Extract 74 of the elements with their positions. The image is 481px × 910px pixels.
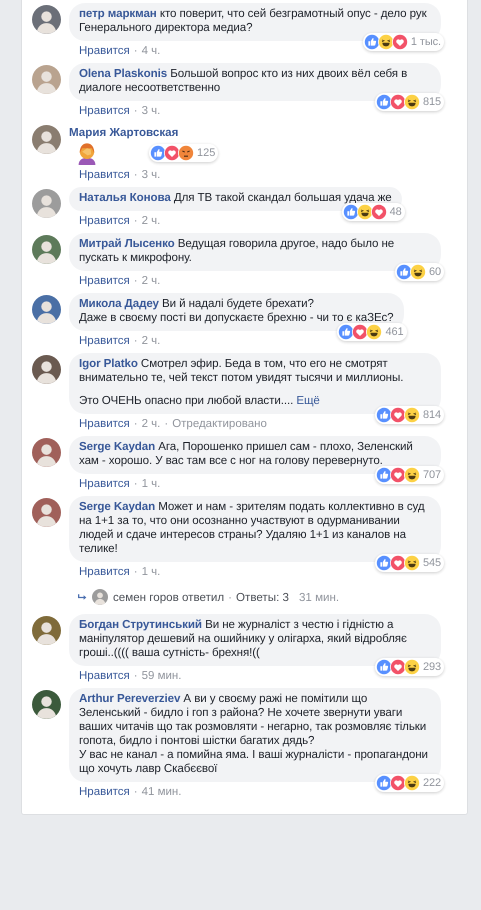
author-name[interactable]: Serge Kaydan (79, 440, 156, 453)
reaction-count: 815 (422, 95, 441, 109)
avatar-icon (32, 235, 61, 264)
like-link[interactable]: Нравится (79, 105, 130, 117)
separator-dot: · (134, 335, 138, 347)
comment-text: Serge Kaydan Ага, Порошенко пришел сам - плохо, Зеленский хам - хорошо. У вас там все с ног на голову перевернуто. (79, 440, 414, 468)
reaction-count: 125 (197, 147, 216, 159)
separator-dot: · (134, 45, 138, 57)
separator-dot: · (134, 786, 138, 798)
separator-dot: · (134, 105, 138, 117)
comment-text: петр маркман кто поверит, что сей безграмотный опус - дело рук Генерального директора медиа? (79, 7, 428, 35)
reaction-count: 545 (422, 556, 441, 570)
reaction-count: 1 тыс. (410, 35, 441, 49)
separator-dot: · (134, 169, 138, 181)
reaction-count: 48 (390, 205, 402, 219)
separator-dot: · (134, 418, 138, 430)
reaction-count: 293 (422, 660, 441, 674)
like-link[interactable]: Нравится (79, 275, 130, 287)
separator-dot: · (164, 418, 168, 430)
like-link[interactable]: Нравится (79, 45, 130, 57)
author-name[interactable]: Микола Дадеу (79, 297, 159, 310)
replies-count-link[interactable]: Ответы: 3 (236, 590, 289, 604)
reply-author-link[interactable]: семен горов ответил (113, 590, 224, 604)
like-link[interactable]: Нравится (79, 215, 130, 227)
like-link[interactable]: Нравится (79, 335, 130, 347)
reply-arrow-icon (77, 592, 88, 602)
see-more-link[interactable]: Ещё (296, 394, 320, 407)
reaction-count: 707 (422, 468, 441, 482)
reaction-count: 461 (385, 325, 404, 339)
separator-dot: · (134, 566, 138, 578)
comment-text: Igor Platko Смотрел эфир. Беда в том, что его не смотрят внимательно те, чей текст потом увидят тысячи и миллионы. (79, 357, 404, 385)
separator-dot: · (134, 215, 138, 227)
author-name[interactable]: петр маркман (79, 7, 157, 20)
author-name[interactable]: Olena Plaskonis (79, 67, 168, 80)
comment-text: Serge Kaydan Может и нам - зрителям подать коллективно в суд на 1+1 за то, что они осознанно участвуют в одурманивании людей и сдаче интересов страны? Удаляю 1+1 из каналов на телике! (79, 500, 426, 556)
like-link[interactable]: Нравится (79, 418, 130, 430)
comment-text: Это ОЧЕНЬ опасно при любой власти.... Ещё (79, 394, 321, 408)
avatar-icon (32, 616, 61, 645)
comment-text: Olena Plaskonis Большой вопрос кто из них двоих вёл себя в диалоге несоответственно (79, 67, 408, 95)
avatar-icon (32, 438, 61, 467)
comment-text: Arthur Pereverziev А ви у своєму ражі не помітили що Зеленський - бидло і гоп з района? Не хочете звернути уваги ваших читачів що так розмовляти - негарно, так розмовляє тільки гопота, бидло і понтові шістки багатих дядь? У вас не канал - а помийна яма. І ваші журналісти - пропагандони що хочуть лавр Скабєєвої (79, 692, 429, 776)
like-link[interactable]: Нравится (79, 169, 130, 181)
separator-dot: · (134, 478, 138, 490)
like-link[interactable]: Нравится (79, 566, 130, 578)
author-name[interactable]: Митрай Лысенко (79, 237, 175, 250)
author-name[interactable]: Богдан Струтинський (79, 618, 202, 631)
author-name[interactable]: Serge Kaydan (79, 500, 156, 513)
avatar-icon (32, 5, 61, 34)
avatar-icon (32, 498, 61, 527)
author-name[interactable]: Мария Жартовская (69, 123, 457, 139)
comment-text: Наталья Конова Для ТВ такой скандал большая удача же (79, 191, 392, 205)
like-link[interactable]: Нравится (79, 670, 130, 682)
separator-dot: · (134, 670, 138, 682)
author-name[interactable]: Наталья Конова (79, 191, 171, 204)
reaction-count: 814 (422, 408, 441, 422)
avatar-icon (32, 295, 61, 324)
avatar-icon (32, 125, 61, 154)
reply-time: 31 мин. (298, 590, 340, 604)
like-link[interactable]: Нравится (79, 786, 130, 798)
avatar-icon (32, 189, 61, 218)
avatar-icon (32, 690, 61, 719)
separator-dot: · (228, 590, 232, 604)
like-link[interactable]: Нравится (79, 478, 130, 490)
author-name[interactable]: Arthur Pereverziev (79, 692, 180, 705)
separator-dot: · (134, 275, 138, 287)
avatar-icon (92, 589, 108, 605)
avatar-icon (32, 65, 61, 94)
comment-text: Микола Дадеу Ви й надалі будете брехати? Даже в своєму пості ви допускаєте брехню - чи то є каЗЕс? (79, 297, 394, 325)
avatar-icon (32, 355, 61, 384)
reaction-count: 60 (428, 265, 441, 279)
author-name[interactable]: Igor Platko (79, 357, 138, 370)
comment-text: Богдан Струтинський Ви не журналіст з честю і гідністю а маніпулятор дешевий на ошийнику у олігарха, який відробляє гроші..(((( ваша сутність- брехня!(( (79, 618, 408, 660)
reaction-count: 222 (422, 776, 441, 790)
comment-text: Митрай Лысенко Ведущая говорила другое, надо было не пускать к микрофону. (79, 237, 396, 265)
